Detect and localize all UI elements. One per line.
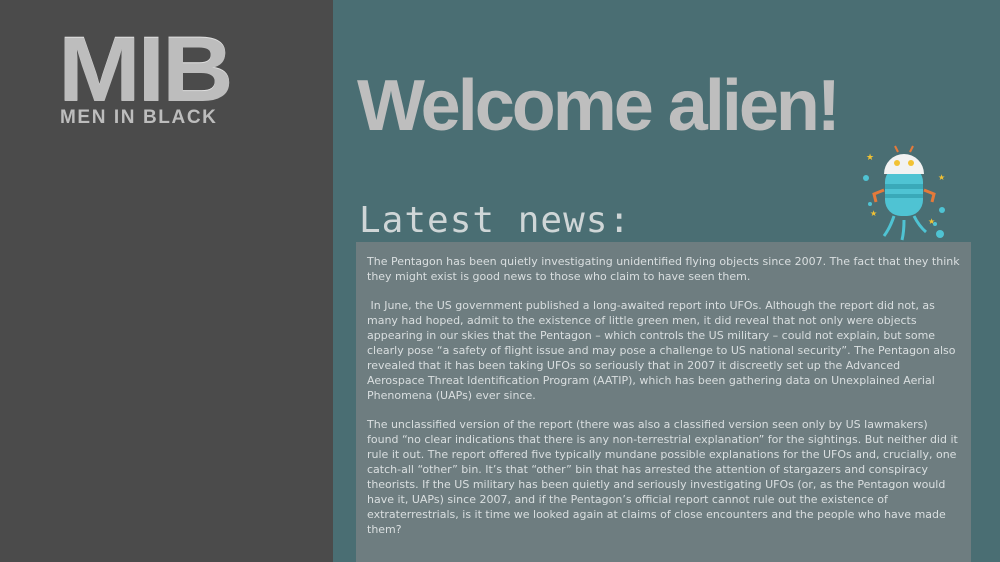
- logo-subtitle: MEN IN BLACK: [60, 107, 218, 128]
- svg-text:★: ★: [928, 217, 935, 226]
- alien-robot-icon: ★ ★ ★ ★: [858, 144, 948, 244]
- news-paragraph: In June, the US government published a l…: [367, 299, 956, 402]
- latest-news-title: Latest news:: [359, 200, 632, 241]
- news-paragraph: The unclassified version of the report (…: [367, 418, 958, 536]
- logo-title: MIB: [58, 19, 234, 121]
- news-article: The Pentagon has been quietly investigat…: [356, 242, 971, 562]
- mib-logo[interactable]: MIB MEN IN BLACK: [58, 19, 278, 130]
- svg-text:★: ★: [938, 173, 945, 182]
- alien-robot-svg: ★ ★ ★ ★: [863, 145, 945, 241]
- sidebar: MIB MEN IN BLACK: [0, 0, 333, 562]
- news-paragraph: The Pentagon has been quietly investigat…: [367, 255, 960, 283]
- svg-text:★: ★: [866, 153, 874, 163]
- svg-text:★: ★: [870, 209, 877, 218]
- welcome-heading: Welcome alien!: [357, 66, 841, 146]
- main-content: Welcome alien! ★ ★ ★ ★ Latest news: The …: [333, 0, 1000, 562]
